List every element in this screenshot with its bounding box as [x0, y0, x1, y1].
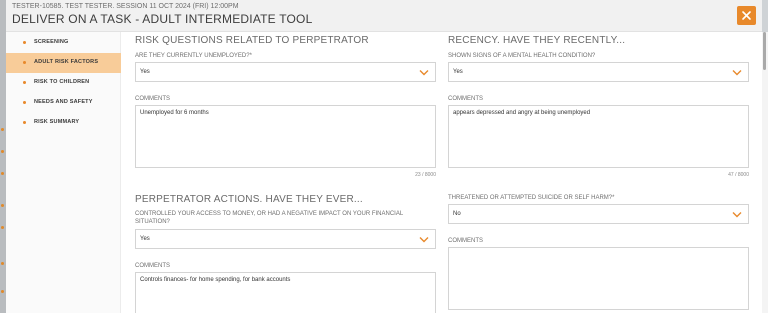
bullet-icon [23, 61, 26, 64]
sidebar-item-label: RISK SUMMARY [34, 119, 80, 125]
backdrop-dot [1, 204, 4, 207]
sidebar-item-needs-and-safety[interactable]: NEEDS AND SAFETY [6, 93, 121, 113]
chevron-down-icon [419, 70, 429, 76]
comments-text: Controls finances- for home spending, fo… [140, 277, 291, 283]
modal-scrollbar[interactable] [762, 32, 768, 313]
question-label: ARE THEY CURRENTLY UNEMPLOYED?* [135, 53, 252, 59]
sidebar-item-label: ADULT RISK FACTORS [34, 59, 99, 65]
sidebar-item-risk-summary[interactable]: RISK SUMMARY [6, 113, 121, 133]
modal-header: TESTER-10585. TEST TESTER. SESSION 11 OC… [6, 0, 762, 32]
sidebar-item-label: RISK TO CHILDREN [34, 79, 90, 85]
section-title: RECENCY. HAVE THEY RECENTLY... [448, 35, 626, 46]
scrollbar-thumb[interactable] [763, 32, 766, 70]
character-counter: 23 / 8000 [415, 172, 436, 178]
chevron-down-icon [732, 212, 742, 218]
section-title: PERPETRATOR ACTIONS. HAVE THEY EVER... [135, 194, 363, 205]
comments-label: COMMENTS [135, 263, 170, 269]
unemployed-select[interactable]: Yes [135, 62, 436, 82]
close-button[interactable] [737, 6, 756, 25]
sidebar-item-screening[interactable]: SCREENING [6, 33, 121, 53]
comments-label: COMMENTS [448, 96, 483, 102]
mental-health-comments-field[interactable]: appears depressed and angry at being une… [448, 105, 749, 168]
financial-control-select[interactable]: Yes [135, 229, 436, 249]
bullet-icon [23, 41, 26, 44]
question-label: THREATENED OR ATTEMPTED SUICIDE OR SELF … [448, 195, 615, 201]
question-label: SHOWN SIGNS OF A MENTAL HEALTH CONDITION… [448, 53, 596, 59]
sidebar-nav: SCREENING ADULT RISK FACTORS RISK TO CHI… [6, 32, 121, 313]
financial-control-comments-field[interactable]: Controls finances- for home spending, fo… [135, 272, 436, 313]
bullet-icon [23, 81, 26, 84]
self-harm-comments-field[interactable] [448, 247, 749, 310]
character-counter: 47 / 8000 [728, 172, 749, 178]
sidebar-item-label: SCREENING [34, 39, 69, 45]
backdrop-dot [1, 262, 4, 265]
backdrop-dot [1, 290, 4, 293]
session-meta: TESTER-10585. TEST TESTER. SESSION 11 OC… [12, 3, 239, 10]
select-value: No [453, 211, 461, 217]
select-value: Yes [453, 69, 463, 75]
backdrop-dot [1, 226, 4, 229]
comments-text: Unemployed for 6 months [140, 110, 209, 116]
form-content: RISK QUESTIONS RELATED TO PERPETRATOR AR… [121, 32, 762, 313]
comments-label: COMMENTS [135, 96, 170, 102]
unemployed-comments-field[interactable]: Unemployed for 6 months [135, 105, 436, 168]
chevron-down-icon [732, 70, 742, 76]
sidebar-item-adult-risk-factors[interactable]: ADULT RISK FACTORS [6, 53, 121, 73]
sidebar-item-label: NEEDS AND SAFETY [34, 99, 93, 105]
backdrop-dot [1, 128, 4, 131]
comments-label: COMMENTS [448, 238, 483, 244]
task-modal: TESTER-10585. TEST TESTER. SESSION 11 OC… [6, 0, 762, 313]
select-value: Yes [140, 236, 150, 242]
chevron-down-icon [419, 237, 429, 243]
comments-text: appears depressed and angry at being une… [453, 110, 591, 116]
close-icon [742, 11, 751, 20]
bullet-icon [23, 101, 26, 104]
backdrop-dot [1, 150, 4, 153]
self-harm-select[interactable]: No [448, 204, 749, 224]
backdrop-dot [1, 172, 4, 175]
select-value: Yes [140, 69, 150, 75]
bullet-icon [23, 121, 26, 124]
section-title: RISK QUESTIONS RELATED TO PERPETRATOR [135, 35, 369, 46]
mental-health-select[interactable]: Yes [448, 62, 749, 82]
sidebar-item-risk-to-children[interactable]: RISK TO CHILDREN [6, 73, 121, 93]
question-label: CONTROLLED YOUR ACCESS TO MONEY, OR HAD … [135, 211, 403, 225]
modal-title: DELIVER ON A TASK - ADULT INTERMEDIATE T… [12, 12, 313, 26]
